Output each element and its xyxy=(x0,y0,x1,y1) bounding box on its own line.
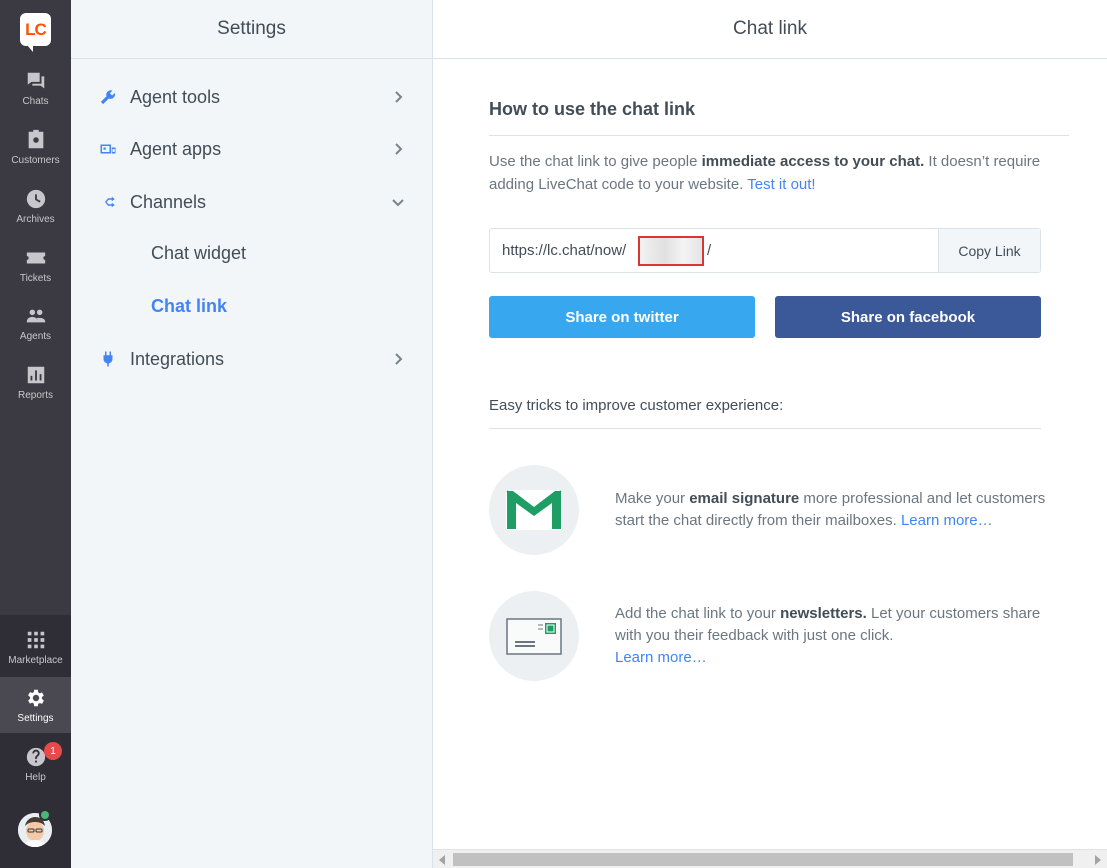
chat-link-url-suffix: / xyxy=(707,242,712,259)
desc-text-1: Use the chat link to give people xyxy=(489,153,702,170)
wrench-icon xyxy=(98,87,118,107)
share-twitter-button[interactable]: Share on twitter xyxy=(489,296,755,338)
divider xyxy=(489,135,1069,136)
rail-item-customers[interactable]: Customers xyxy=(0,119,71,175)
chevron-down-icon xyxy=(391,195,405,209)
rail-label-reports: Reports xyxy=(17,390,53,401)
nav-label-channels: Channels xyxy=(130,191,207,212)
nav-item-integrations[interactable]: Integrations xyxy=(71,337,432,381)
rail-item-help[interactable]: Help 1 xyxy=(0,736,71,792)
horizontal-scrollbar[interactable] xyxy=(433,849,1107,868)
rail-item-agents[interactable]: Agents xyxy=(0,295,71,351)
rail-item-reports[interactable]: Reports xyxy=(0,354,71,410)
chevron-right-icon xyxy=(391,352,405,366)
bar-chart-icon xyxy=(23,362,49,388)
rail-label-settings: Settings xyxy=(17,713,54,724)
settings-panel: Settings Agent tools Agent apps Channels… xyxy=(71,0,433,868)
rail-label-chats: Chats xyxy=(22,96,49,107)
chevron-right-icon xyxy=(391,142,405,156)
rail-item-settings[interactable]: Settings xyxy=(0,677,71,733)
rail-label-tickets: Tickets xyxy=(19,273,52,284)
apps-icon xyxy=(98,139,118,159)
redacted-license-id xyxy=(638,236,704,266)
rail-item-marketplace[interactable]: Marketplace xyxy=(0,619,71,675)
desc-bold: immediate access to your chat. xyxy=(701,153,925,170)
trick2-pre: Add the chat link to your xyxy=(615,605,781,622)
scroll-left-arrow-icon[interactable] xyxy=(439,855,445,865)
scrollbar-thumb[interactable] xyxy=(453,853,1073,866)
nav-label-integrations: Integrations xyxy=(130,348,225,369)
main-content: Chat link How to use the chat link Use t… xyxy=(433,0,1107,868)
ticket-icon xyxy=(23,245,49,271)
sub-item-chat-widget[interactable]: Chat widget xyxy=(151,238,246,268)
sub-item-chat-link[interactable]: Chat link xyxy=(151,291,227,321)
envelope-icon xyxy=(489,591,579,681)
chevron-right-icon xyxy=(391,90,405,104)
clock-icon xyxy=(23,186,49,212)
livechat-logo[interactable]: LC xyxy=(20,13,51,52)
test-it-out-link[interactable]: Test it out! xyxy=(747,176,815,193)
nav-label-agent-apps: Agent apps xyxy=(130,138,222,159)
section-title: How to use the chat link xyxy=(489,99,696,119)
settings-title: Settings xyxy=(71,0,432,59)
plug-icon xyxy=(98,349,118,369)
nav-label-agent-tools: Agent tools xyxy=(130,86,221,107)
email-signature-tip: Make your email signature more professio… xyxy=(615,488,1065,532)
divider xyxy=(489,428,1041,429)
gmail-icon xyxy=(489,465,579,555)
rail-item-chats[interactable]: Chats xyxy=(0,60,71,116)
trick1-pre: Make your xyxy=(615,490,690,507)
tricks-title: Easy tricks to improve customer experien… xyxy=(489,397,784,414)
chat-link-field[interactable]: https://lc.chat/now/ / Copy Link xyxy=(489,228,1041,273)
rail-label-archives: Archives xyxy=(16,214,55,225)
share-facebook-button[interactable]: Share on facebook xyxy=(775,296,1041,338)
learn-more-link[interactable]: Learn more… xyxy=(901,512,993,529)
trick2-bold: newsletters. xyxy=(780,605,867,622)
scroll-right-arrow-icon[interactable] xyxy=(1095,855,1101,865)
rail-item-archives[interactable]: Archives xyxy=(0,178,71,234)
rail-label-help: Help xyxy=(25,772,46,783)
help-notification-badge: 1 xyxy=(44,742,62,760)
nav-item-agent-tools[interactable]: Agent tools xyxy=(71,75,432,119)
customers-icon xyxy=(23,127,49,153)
rail-item-tickets[interactable]: Tickets xyxy=(0,237,71,293)
learn-more-link[interactable]: Learn more… xyxy=(615,649,707,666)
chat-bubbles-icon xyxy=(23,68,49,94)
grid-icon xyxy=(23,627,49,653)
chat-link-url[interactable]: https://lc.chat/now/ xyxy=(502,242,626,259)
online-status-dot xyxy=(39,809,51,821)
page-title: Chat link xyxy=(433,0,1107,59)
nav-item-channels[interactable]: Channels xyxy=(71,180,432,224)
icon-rail: LC Chats Customers Archives Tickets Agen… xyxy=(0,0,71,868)
newsletter-tip: Add the chat link to your newsletters. L… xyxy=(615,603,1065,669)
rail-label-customers: Customers xyxy=(11,155,60,166)
agents-icon xyxy=(23,303,49,329)
trick1-bold: email signature xyxy=(689,490,800,507)
channels-icon xyxy=(98,192,118,212)
nav-item-agent-apps[interactable]: Agent apps xyxy=(71,127,432,171)
chat-link-description: Use the chat link to give people immedia… xyxy=(489,150,1069,196)
rail-label-agents: Agents xyxy=(19,331,52,342)
rail-label-marketplace: Marketplace xyxy=(8,655,63,666)
gear-icon xyxy=(23,685,49,711)
copy-link-button[interactable]: Copy Link xyxy=(938,229,1040,272)
